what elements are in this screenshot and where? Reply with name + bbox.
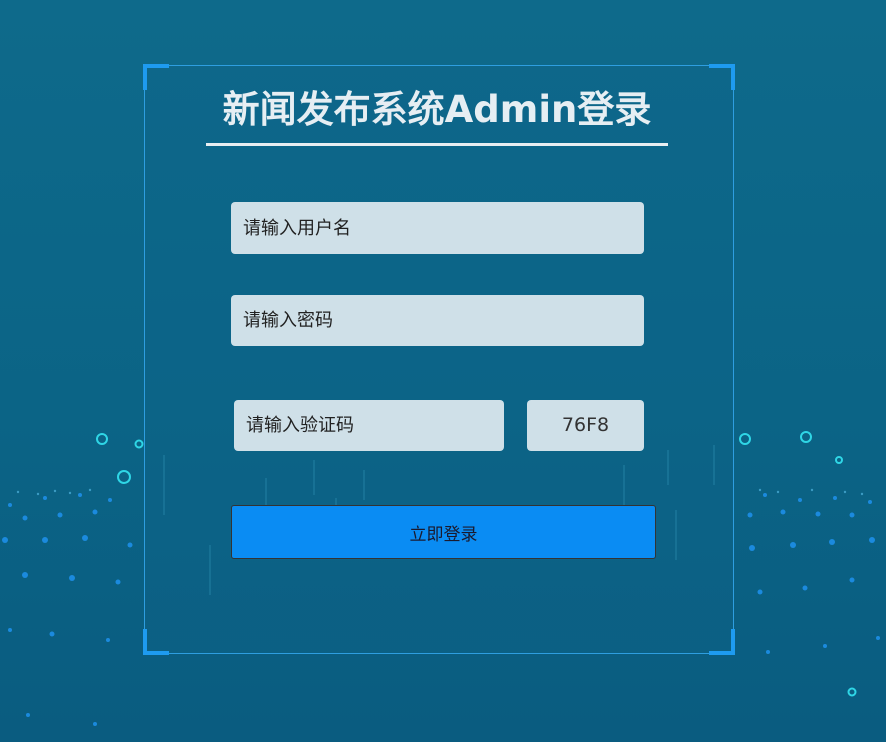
- frame-corner-bottom-left: [143, 629, 169, 655]
- login-button[interactable]: 立即登录: [231, 505, 656, 559]
- captcha-image[interactable]: 76F8: [527, 400, 644, 451]
- captcha-input[interactable]: [234, 400, 504, 451]
- page-title: 新闻发布系统Admin登录: [206, 86, 668, 146]
- username-input[interactable]: [231, 202, 644, 254]
- frame-corner-top-left: [143, 64, 169, 90]
- frame-corner-top-right: [709, 64, 735, 90]
- password-input[interactable]: [231, 295, 644, 346]
- frame-corner-bottom-right: [709, 629, 735, 655]
- login-panel: 新闻发布系统Admin登录 76F8 立即登录: [143, 64, 735, 655]
